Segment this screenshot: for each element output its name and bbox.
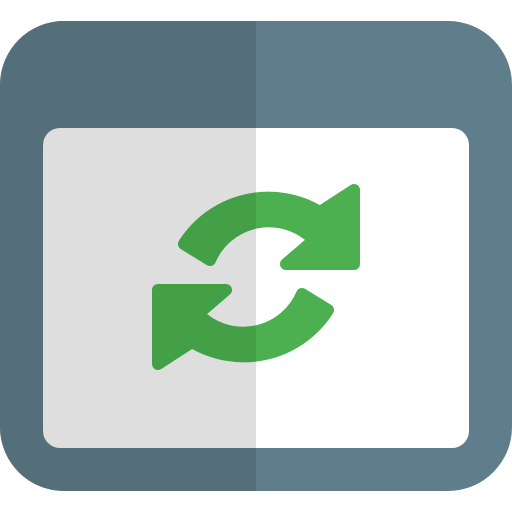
browser-refresh-icon [0,0,512,512]
browser-window-icon [0,21,512,491]
